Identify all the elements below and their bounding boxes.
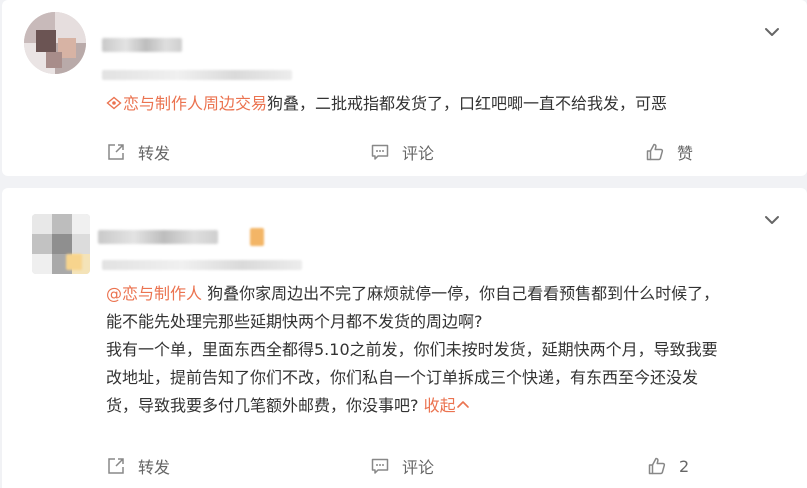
collapse-text-link[interactable]: 收起 xyxy=(424,396,470,415)
comment-text: 恋与制作人周边交易狗叠，二批戒指都发货了，口红吧唧一直不给我发，可恶 xyxy=(106,90,786,118)
like-count: 2 xyxy=(679,456,690,476)
repost-button[interactable]: 转发 xyxy=(106,140,170,164)
topic-link[interactable]: 恋与制作人周边交易 xyxy=(106,94,267,113)
username[interactable] xyxy=(98,230,218,244)
comment-label: 评论 xyxy=(402,458,435,477)
comment-button[interactable]: 评论 xyxy=(370,140,434,164)
avatar[interactable] xyxy=(24,12,86,74)
repost-label: 转发 xyxy=(138,458,171,477)
comment-icon xyxy=(371,144,389,160)
chevron-down-icon xyxy=(765,216,779,224)
username[interactable] xyxy=(102,38,182,52)
comment-icon xyxy=(371,458,389,474)
comment-line: 能不能先处理完那些延期快两个月都不发货的周边啊? xyxy=(106,312,483,331)
user-badge xyxy=(250,228,264,246)
like-icon xyxy=(646,143,664,161)
chevron-down-icon xyxy=(765,28,779,36)
comment-label: 评论 xyxy=(402,144,435,163)
topic-icon xyxy=(106,96,122,110)
expand-menu-button[interactable] xyxy=(762,210,782,230)
like-button[interactable]: 赞 xyxy=(645,140,693,164)
post-meta xyxy=(102,260,302,270)
comment-card: 恋与制作人周边交易狗叠，二批戒指都发货了，口红吧唧一直不给我发，可恶 转发 评论… xyxy=(2,0,807,176)
comment-text: @恋与制作人 狗叠你家周边出不完了麻烦就停一停，你自己看看预售都到什么时候了， … xyxy=(106,280,796,420)
comment-card: @恋与制作人 狗叠你家周边出不完了麻烦就停一停，你自己看看预售都到什么时候了， … xyxy=(2,188,807,488)
repost-icon xyxy=(108,144,124,160)
repost-icon xyxy=(108,458,124,474)
post-meta xyxy=(102,70,292,80)
mention-link[interactable]: @恋与制作人 xyxy=(106,284,202,303)
repost-button[interactable]: 转发 xyxy=(106,454,170,478)
repost-label: 转发 xyxy=(138,144,171,163)
like-button[interactable]: 2 xyxy=(647,454,689,478)
comment-line: 货，导致我要多付几笔额外邮费，你没事吧? xyxy=(106,396,419,415)
comment-line: 我有一个单，里面东西全都得5.10之前发，你们未按时发货，延期快两个月，导致我要 xyxy=(106,340,718,359)
like-label: 赞 xyxy=(677,144,694,163)
like-icon xyxy=(648,457,666,475)
chevron-up-icon xyxy=(456,401,469,408)
comment-line: 改地址，提前告知了你们不改，你们私自一个订单拆成三个快递，有东西至今还没发 xyxy=(106,368,699,387)
meta-badge xyxy=(66,254,82,270)
comment-line: 狗叠你家周边出不完了麻烦就停一停，你自己看看预售都到什么时候了， xyxy=(202,284,720,303)
expand-menu-button[interactable] xyxy=(762,22,782,42)
comment-body: 狗叠，二批戒指都发货了，口红吧唧一直不给我发，可恶 xyxy=(267,94,668,113)
comment-button[interactable]: 评论 xyxy=(370,454,434,478)
